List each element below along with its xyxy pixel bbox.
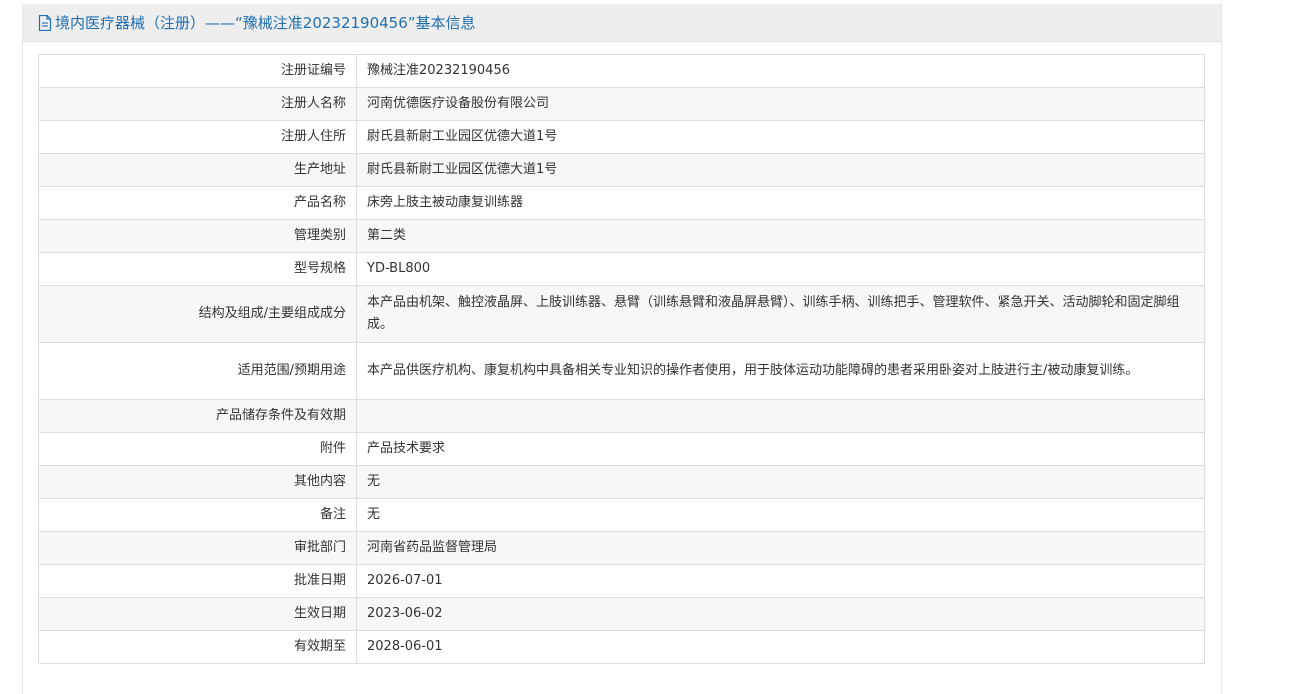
row-value: 本产品供医疗机构、康复机构中具备相关专业知识的操作者使用，用于肢体运动功能障碍的… <box>356 342 1205 400</box>
panel-header: 境内医疗器械（注册）——“豫械注准20232190456”基本信息 <box>23 4 1221 42</box>
row-value: 床旁上肢主被动康复训练器 <box>356 186 1205 220</box>
document-icon <box>38 14 52 31</box>
row-value: 尉氏县新尉工业园区优德大道1号 <box>356 120 1205 154</box>
row-label: 注册人住所 <box>38 120 357 154</box>
row-label: 型号规格 <box>38 252 357 286</box>
row-value: 产品技术要求 <box>356 432 1205 466</box>
row-label: 有效期至 <box>38 630 357 664</box>
table-row: 型号规格 YD-BL800 <box>38 252 1205 286</box>
row-label: 批准日期 <box>38 564 357 598</box>
row-value: 无 <box>356 498 1205 532</box>
row-label: 结构及组成/主要组成成分 <box>38 285 357 343</box>
info-table: 注册证编号 豫械注准20232190456 注册人名称 河南优德医疗设备股份有限… <box>38 54 1205 664</box>
row-label: 备注 <box>38 498 357 532</box>
row-value: 本产品由机架、触控液晶屏、上肢训练器、悬臂（训练悬臂和液晶屏悬臂）、训练手柄、训… <box>356 285 1205 343</box>
row-value: 尉氏县新尉工业园区优德大道1号 <box>356 153 1205 187</box>
table-row: 产品名称 床旁上肢主被动康复训练器 <box>38 186 1205 220</box>
row-label: 附件 <box>38 432 357 466</box>
table-row: 附件 产品技术要求 <box>38 432 1205 466</box>
row-value: 河南省药品监督管理局 <box>356 531 1205 565</box>
row-label: 产品储存条件及有效期 <box>38 399 357 433</box>
table-row: 生产地址 尉氏县新尉工业园区优德大道1号 <box>38 153 1205 187</box>
row-label: 产品名称 <box>38 186 357 220</box>
table-row: 注册人住所 尉氏县新尉工业园区优德大道1号 <box>38 120 1205 154</box>
row-value: 2028-06-01 <box>356 630 1205 664</box>
row-label: 注册证编号 <box>38 54 357 88</box>
page-title: 境内医疗器械（注册）——“豫械注准20232190456”基本信息 <box>55 14 476 32</box>
row-value: 第二类 <box>356 219 1205 253</box>
table-row: 结构及组成/主要组成成分 本产品由机架、触控液晶屏、上肢训练器、悬臂（训练悬臂和… <box>38 285 1205 343</box>
row-label: 管理类别 <box>38 219 357 253</box>
row-value: 河南优德医疗设备股份有限公司 <box>356 87 1205 121</box>
table-row: 其他内容 无 <box>38 465 1205 499</box>
table-row: 注册证编号 豫械注准20232190456 <box>38 54 1205 88</box>
row-value: 2026-07-01 <box>356 564 1205 598</box>
row-value <box>356 399 1205 433</box>
row-value: 豫械注准20232190456 <box>356 54 1205 88</box>
row-label: 其他内容 <box>38 465 357 499</box>
row-label: 生效日期 <box>38 597 357 631</box>
table-row: 产品储存条件及有效期 <box>38 399 1205 433</box>
table-row: 备注 无 <box>38 498 1205 532</box>
row-value: 2023-06-02 <box>356 597 1205 631</box>
row-label: 审批部门 <box>38 531 357 565</box>
table-row: 有效期至 2028-06-01 <box>38 630 1205 664</box>
table-row: 适用范围/预期用途 本产品供医疗机构、康复机构中具备相关专业知识的操作者使用，用… <box>38 342 1205 400</box>
table-row: 注册人名称 河南优德医疗设备股份有限公司 <box>38 87 1205 121</box>
table-row: 管理类别 第二类 <box>38 219 1205 253</box>
row-label: 注册人名称 <box>38 87 357 121</box>
row-label: 生产地址 <box>38 153 357 187</box>
table-row: 批准日期 2026-07-01 <box>38 564 1205 598</box>
table-row: 审批部门 河南省药品监督管理局 <box>38 531 1205 565</box>
row-label: 适用范围/预期用途 <box>38 342 357 400</box>
row-value: 无 <box>356 465 1205 499</box>
row-value: YD-BL800 <box>356 252 1205 286</box>
table-row: 生效日期 2023-06-02 <box>38 597 1205 631</box>
info-panel: 境内医疗器械（注册）——“豫械注准20232190456”基本信息 注册证编号 … <box>22 4 1222 694</box>
